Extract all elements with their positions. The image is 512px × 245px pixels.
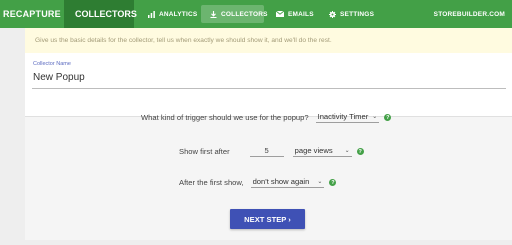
gear-icon	[329, 10, 336, 18]
after-first-row: After the first show, don't show again ⌄…	[179, 177, 337, 188]
next-step-button[interactable]: NEXT STEP ›	[230, 209, 305, 229]
chevron-down-icon: ⌄	[317, 179, 323, 185]
trigger-select-value: Inactivity Timer	[317, 112, 369, 121]
download-icon	[210, 10, 217, 18]
after-first-label: After the first show,	[179, 178, 244, 187]
top-navigation-bar: RECAPTURE ▼ COLLECTORS ANALYTICS COLLECT…	[0, 0, 512, 28]
nav-emails-label: EMAILS	[288, 10, 314, 18]
page-view-count-input[interactable]: 5	[249, 146, 284, 157]
chevron-down-icon: ⌄	[372, 114, 378, 120]
trigger-question: What kind of trigger should we use for t…	[141, 113, 309, 122]
chevron-down-icon: ⌄	[344, 148, 350, 154]
collector-name-underline	[32, 88, 506, 89]
collector-name-label: Collector Name	[33, 61, 71, 67]
trigger-select[interactable]: Inactivity Timer ⌄	[315, 112, 380, 123]
bar-chart-icon	[148, 10, 155, 18]
collector-name-section	[25, 53, 512, 116]
after-first-select[interactable]: don't show again ⌄	[250, 177, 325, 188]
after-first-value: don't show again	[252, 177, 310, 186]
nav-settings[interactable]: SETTINGS	[329, 0, 374, 28]
show-first-unit-value: page views	[294, 146, 333, 155]
show-first-label: Show first after	[179, 147, 230, 156]
nav-emails[interactable]: EMAILS	[276, 0, 314, 28]
nav-analytics[interactable]: ANALYTICS	[148, 0, 197, 28]
brand-label: RECAPTURE	[3, 9, 61, 19]
email-icon	[276, 11, 284, 17]
show-first-unit-select[interactable]: page views ⌄	[292, 146, 352, 157]
nav-collectors[interactable]: COLLECTORS	[201, 5, 267, 23]
nav-settings-label: SETTINGS	[340, 10, 375, 18]
collector-name-input[interactable]: New Popup	[33, 72, 85, 83]
help-icon[interactable]: ?	[384, 114, 392, 121]
trigger-row: What kind of trigger should we use for t…	[141, 112, 392, 123]
store-name[interactable]: STOREBUILDER.COM	[434, 0, 505, 28]
show-first-row: Show first after 5 page views ⌄ ?	[179, 146, 364, 157]
nav-collectors-label: COLLECTORS	[221, 10, 268, 18]
brand-menu[interactable]: RECAPTURE ▼	[0, 0, 72, 28]
help-icon[interactable]: ?	[329, 179, 337, 186]
info-banner: Give us the basic details for the collec…	[25, 28, 512, 53]
nav-analytics-label: ANALYTICS	[159, 10, 198, 18]
section-title: COLLECTORS	[64, 0, 137, 28]
help-icon[interactable]: ?	[356, 148, 364, 155]
collector-form-card: Give us the basic details for the collec…	[25, 28, 512, 240]
